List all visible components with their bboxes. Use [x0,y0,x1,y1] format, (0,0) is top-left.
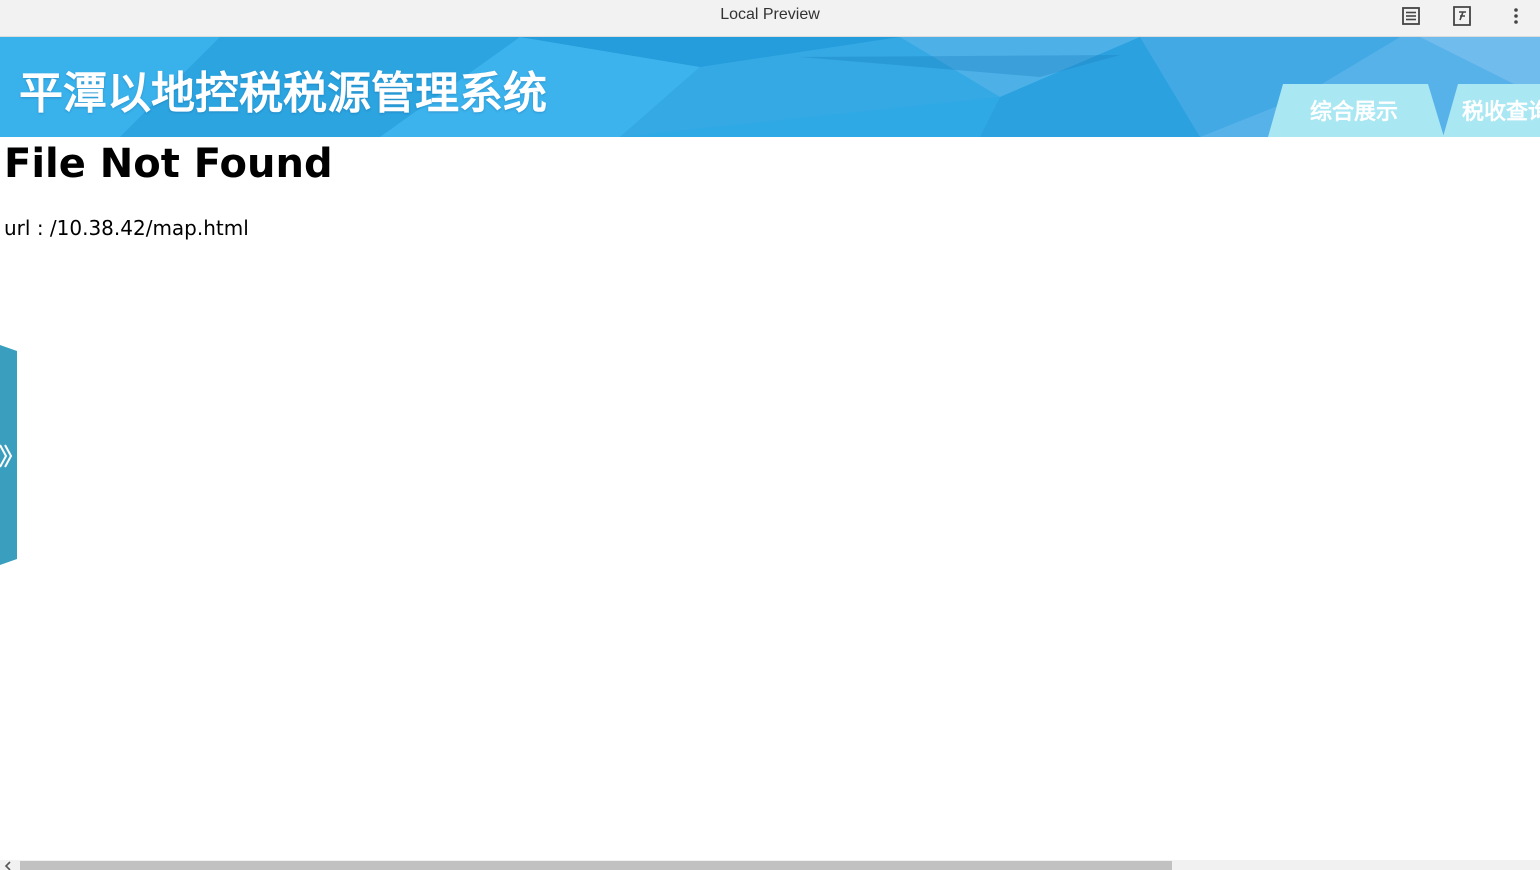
scroll-left-icon[interactable] [0,860,18,870]
error-heading: File Not Found [4,141,333,187]
more-vert-icon[interactable] [1504,4,1528,28]
window-title: Local Preview [720,6,820,23]
formula-icon[interactable] [1450,4,1474,28]
tab-tax-query[interactable]: 税收查询 [1443,84,1540,137]
tab-overview[interactable]: 综合展示 [1268,84,1444,137]
app-header-banner: 平潭以地控税税源管理系统 综合展示 税收查询 [0,37,1540,137]
horizontal-scrollbar[interactable] [0,860,1540,870]
scrollbar-thumb[interactable] [20,861,1172,870]
window-title-bar: Local Preview [0,0,1540,37]
tab-tax-query-label: 税收查询 [1462,100,1540,125]
reader-mode-icon[interactable] [1399,4,1423,28]
main-content: File Not Found url : /10.38.42/map.html [0,137,1540,860]
error-url: url : /10.38.42/map.html [4,216,249,240]
double-chevron-right-icon [0,444,13,468]
tab-overview-label: 综合展示 [1310,100,1399,125]
system-title: 平潭以地控税税源管理系统 [19,68,547,119]
sidebar-expand-toggle[interactable] [0,345,18,565]
